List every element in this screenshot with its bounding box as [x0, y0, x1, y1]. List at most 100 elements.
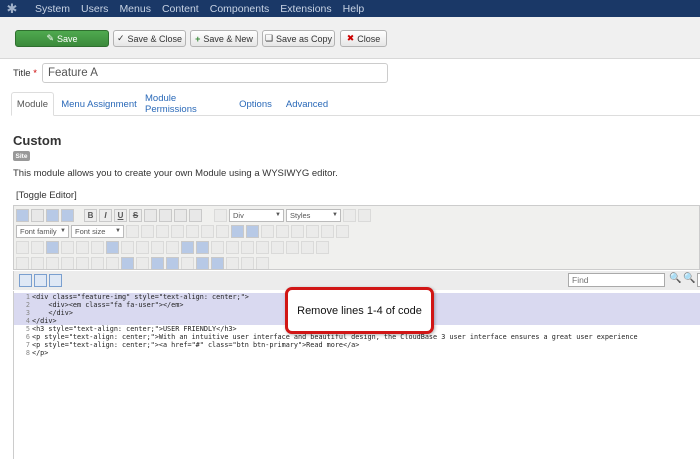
save-copy-button[interactable]: ❏ Save as Copy [262, 30, 335, 47]
superscript-icon[interactable] [321, 224, 334, 238]
table-row-props-icon[interactable] [181, 240, 194, 254]
paste-text-icon[interactable] [201, 224, 214, 238]
title-input[interactable] [42, 63, 388, 83]
nonbreaking-icon[interactable] [136, 256, 149, 270]
paste-word-icon[interactable] [216, 224, 229, 238]
subscript-icon[interactable] [306, 224, 319, 238]
find-binoculars-icon[interactable]: 🔍 [669, 273, 681, 284]
insert-col-after-icon[interactable] [271, 240, 284, 254]
paragraph-format-icon [214, 208, 227, 222]
hr-icon[interactable] [151, 240, 164, 254]
copy-icon[interactable] [171, 224, 184, 238]
cite-icon[interactable] [181, 256, 194, 270]
new-document-icon[interactable] [31, 208, 44, 222]
menu-content[interactable]: Content [162, 3, 199, 15]
numbered-list-icon[interactable] [246, 224, 259, 238]
insert-col-before-icon[interactable] [256, 240, 269, 254]
redo-icon[interactable] [61, 208, 74, 222]
align-center-icon[interactable] [159, 208, 172, 222]
menu-components[interactable]: Components [210, 3, 270, 15]
paste-icon[interactable] [186, 224, 199, 238]
tab-module-permissions[interactable]: Module Permissions [145, 92, 226, 116]
align-right-icon[interactable] [174, 208, 187, 222]
close-button[interactable]: ✖ Close [340, 30, 387, 47]
pagebreak-icon[interactable] [31, 256, 44, 270]
unlink-icon[interactable] [76, 240, 89, 254]
code-format-icon[interactable] [34, 274, 47, 287]
code-highlight-icon[interactable] [49, 274, 62, 287]
attribs-icon[interactable] [256, 256, 269, 270]
find-input[interactable] [568, 273, 665, 287]
media-icon[interactable] [121, 240, 134, 254]
bold-icon[interactable]: B [84, 208, 97, 222]
merge-cells-icon[interactable] [316, 240, 329, 254]
special-char-icon[interactable] [336, 224, 349, 238]
save-label: Save [57, 33, 78, 44]
menu-help[interactable]: Help [343, 3, 365, 15]
del-icon[interactable] [226, 256, 239, 270]
save-new-button[interactable]: + Save & New [190, 30, 258, 47]
table-cell-props-icon[interactable] [196, 240, 209, 254]
fullscreen-icon[interactable] [46, 240, 59, 254]
background-color-icon[interactable] [141, 224, 154, 238]
insert-row-after-icon[interactable] [226, 240, 239, 254]
code-wrap-icon[interactable] [19, 274, 32, 287]
tab-menu-assignment[interactable]: Menu Assignment [60, 92, 138, 116]
tab-advanced[interactable]: Advanced [283, 92, 331, 116]
save-close-button[interactable]: ✓ Save & Close [113, 30, 186, 47]
code-icon[interactable] [136, 240, 149, 254]
font-family-select[interactable]: Font family ▼ [16, 224, 69, 238]
delete-col-icon[interactable] [286, 240, 299, 254]
table-icon[interactable] [166, 240, 179, 254]
insert-time-icon[interactable] [91, 256, 104, 270]
joomla-logo-icon[interactable]: ✱ [0, 0, 24, 17]
link-icon[interactable] [61, 240, 74, 254]
visual-aid-icon[interactable] [16, 256, 29, 270]
indent-icon[interactable] [276, 224, 289, 238]
emoticons-icon[interactable] [106, 256, 119, 270]
blockquote-icon[interactable] [291, 224, 304, 238]
clear-formatting-icon[interactable] [343, 208, 356, 222]
menu-system[interactable]: System [35, 3, 70, 15]
layer-icon[interactable] [151, 256, 164, 270]
anchor-icon[interactable] [91, 240, 104, 254]
code-line-6: 6 <p style="text-align: center;">With an … [25, 333, 638, 341]
bullet-list-icon[interactable] [231, 224, 244, 238]
find-next-binoculars-icon[interactable]: 🔍 [683, 273, 695, 284]
undo-icon[interactable] [46, 208, 59, 222]
template-icon[interactable] [121, 256, 134, 270]
menu-menus[interactable]: Menus [119, 3, 151, 15]
align-justify-icon[interactable] [189, 208, 202, 222]
styles-select[interactable]: Styles ▼ [286, 208, 341, 222]
ltr-icon[interactable] [16, 240, 29, 254]
cut-icon[interactable] [156, 224, 169, 238]
insert-row-before-icon[interactable] [211, 240, 224, 254]
spellcheck-icon[interactable] [46, 256, 59, 270]
format-select[interactable]: Div ▼ [229, 208, 284, 222]
strikethrough-icon[interactable]: S [129, 208, 142, 222]
menu-extensions[interactable]: Extensions [280, 3, 331, 15]
align-left-icon[interactable] [144, 208, 157, 222]
toggle-editor-link[interactable]: [Toggle Editor] [16, 190, 77, 201]
cleanup-icon[interactable] [358, 208, 371, 222]
outdent-icon[interactable] [261, 224, 274, 238]
underline-icon[interactable]: U [114, 208, 127, 222]
font-size-select[interactable]: Font size ▼ [71, 224, 124, 238]
split-cells-icon[interactable] [301, 240, 314, 254]
acronym-icon[interactable] [211, 256, 224, 270]
help-icon[interactable] [16, 208, 29, 222]
italic-icon[interactable]: I [99, 208, 112, 222]
ins-icon[interactable] [241, 256, 254, 270]
rtl-icon[interactable] [31, 240, 44, 254]
abbr-icon[interactable] [196, 256, 209, 270]
text-color-icon[interactable] [126, 224, 139, 238]
search-replace-icon[interactable] [61, 256, 74, 270]
insert-date-icon[interactable] [76, 256, 89, 270]
style-props-icon[interactable] [166, 256, 179, 270]
image-icon[interactable] [106, 240, 119, 254]
save-button[interactable]: ✎ Save [15, 30, 109, 47]
menu-users[interactable]: Users [81, 3, 108, 15]
tab-options[interactable]: Options [236, 92, 275, 116]
tab-module[interactable]: Module [11, 92, 54, 116]
delete-row-icon[interactable] [241, 240, 254, 254]
